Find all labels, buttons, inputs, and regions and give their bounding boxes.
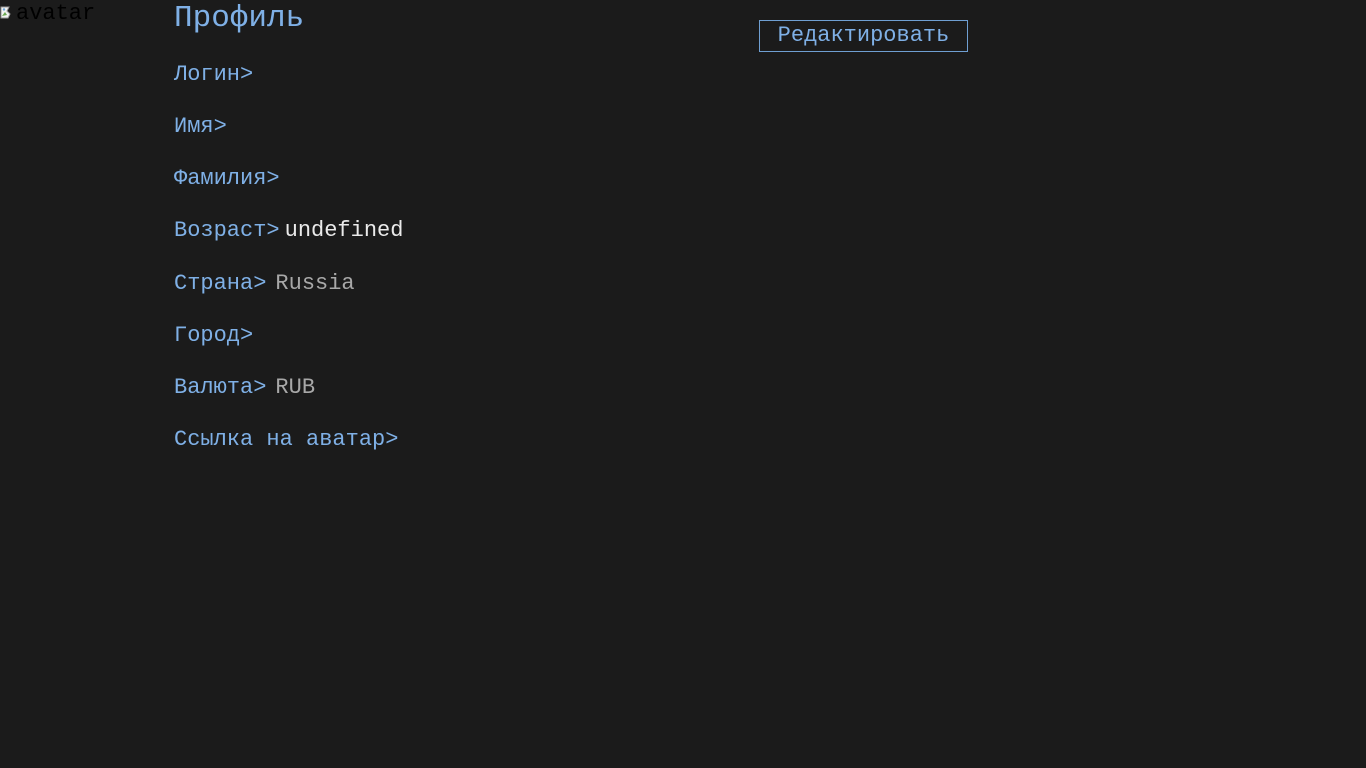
- field-city-label: Город>: [174, 323, 254, 348]
- field-age: Возраст> undefined: [174, 218, 403, 244]
- avatar-alt-text: avatar: [16, 1, 96, 26]
- field-login: Логин>: [174, 62, 258, 88]
- field-city: Город>: [174, 323, 258, 349]
- field-currency: Валюта> RUB: [174, 375, 315, 401]
- avatar: avatar: [0, 3, 95, 25]
- edit-profile-button[interactable]: Редактировать: [759, 20, 968, 52]
- broken-image-icon: [0, 4, 16, 20]
- field-age-value: undefined: [284, 218, 404, 243]
- field-first-name: Имя>: [174, 114, 232, 140]
- field-country-value: Russia: [275, 271, 355, 296]
- field-age-label: Возраст>: [174, 218, 280, 243]
- field-first-name-label: Имя>: [174, 114, 227, 139]
- field-currency-value: RUB: [275, 375, 316, 400]
- field-login-label: Логин>: [174, 62, 254, 87]
- field-last-name-label: Фамилия>: [174, 166, 280, 191]
- field-last-name: Фамилия>: [174, 166, 285, 192]
- field-avatar-link: Ссылка на аватар>: [174, 427, 403, 453]
- field-avatar-link-label: Ссылка на аватар>: [174, 427, 399, 452]
- field-country: Страна> Russia: [174, 271, 355, 297]
- field-country-label: Страна>: [174, 271, 267, 296]
- page-title: Профиль: [174, 1, 305, 36]
- field-currency-label: Валюта>: [174, 375, 267, 400]
